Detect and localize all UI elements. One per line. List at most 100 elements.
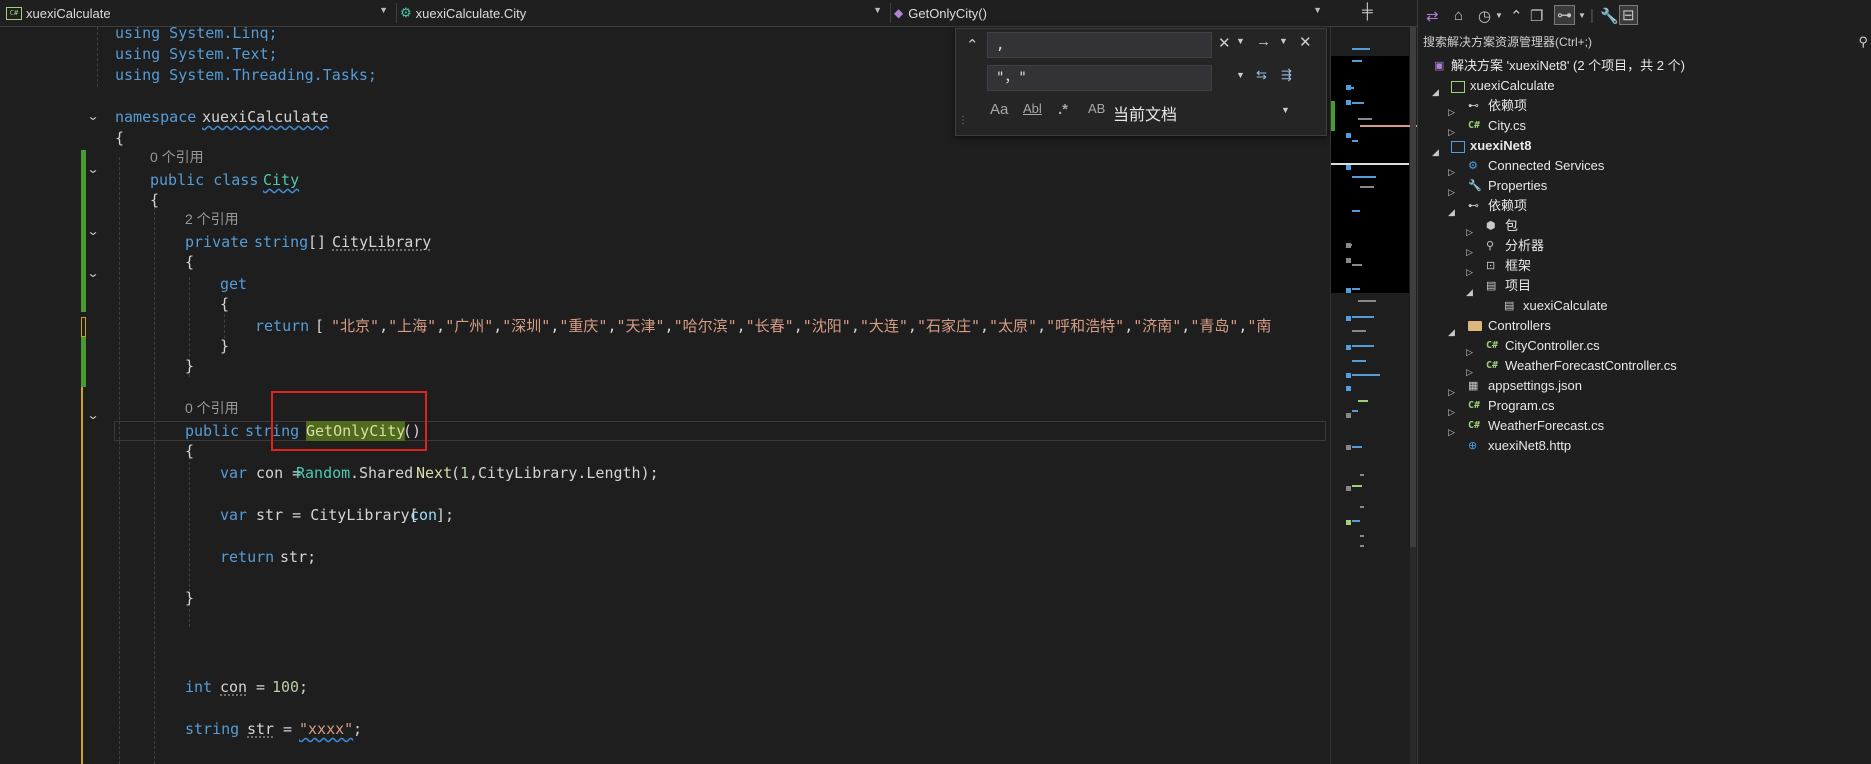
comma: , — [379, 317, 389, 335]
tree-item-file[interactable]: ▷ C# Program.cs — [1418, 396, 1871, 417]
project-ref-item-icon: ▤ — [1504, 300, 1515, 312]
member-dropdown[interactable]: ◆ GetOnlyCity() ▼ — [894, 3, 1328, 23]
tree-item-project-reference[interactable]: ▤ xuexiCalculate — [1418, 296, 1871, 316]
code-editor[interactable]: ⌄ ⌄ ⌄ ⌄ ⌄ using System.Linq; using Syste… — [0, 27, 1332, 764]
reference-codelens[interactable]: 0 个引用 — [150, 147, 204, 167]
search-icon[interactable]: ⚲ — [1858, 32, 1868, 52]
replace-input[interactable]: "，" — [987, 65, 1212, 91]
match-case-option[interactable]: Aa — [990, 101, 1008, 118]
tree-item-properties[interactable]: ▷ 🔧 Properties — [1418, 176, 1871, 197]
folder-icon — [1468, 321, 1482, 331]
dependencies-icon: ⊷ — [1468, 200, 1479, 212]
tree-item-file[interactable]: ▷ C# City.cs — [1418, 116, 1871, 137]
chevron-down-icon[interactable]: ▼ — [1281, 105, 1290, 115]
split-window-icon[interactable]: ╪ — [1362, 3, 1373, 20]
tree-item-file[interactable]: ▷ C# WeatherForecastController.cs — [1418, 356, 1871, 377]
string-keyword: string — [185, 720, 240, 738]
chevron-down-icon[interactable]: ▼ — [1578, 11, 1586, 20]
chevron-down-icon[interactable]: ▼ — [1495, 11, 1503, 20]
tree-item-dependencies[interactable]: ▷ ⊷ 依赖项 — [1418, 96, 1871, 117]
member-dropdown-label: GetOnlyCity() — [908, 5, 987, 21]
preserve-case-option[interactable]: AB — [1088, 101, 1105, 116]
csharp-file-icon: C# — [1486, 340, 1499, 351]
tree-item-projects[interactable]: ◢ ▤ 项目 — [1418, 276, 1871, 297]
tree-item-solution[interactable]: ▣ 解决方案 'xuexiNet8' (2 个项目，共 2 个) — [1418, 56, 1871, 76]
find-next-icon[interactable]: → — [1256, 33, 1271, 50]
clear-icon[interactable]: ✕ — [1218, 34, 1231, 52]
comma: , — [793, 317, 803, 335]
tree-item-packages[interactable]: ▷ ⬢ 包 — [1418, 216, 1871, 237]
minimap-line — [1352, 330, 1366, 332]
history-dropdown-icon[interactable]: ▼ — [1236, 70, 1245, 80]
home-icon[interactable]: ⌂ — [1454, 7, 1463, 24]
paren: ( — [451, 464, 461, 482]
history-icon[interactable]: ◷ — [1478, 7, 1491, 25]
reference-codelens[interactable]: 2 个引用 — [185, 209, 239, 229]
minimap-line — [1352, 345, 1374, 347]
tree-item-label: 项目 — [1505, 278, 1532, 293]
code-line: string str = "xxxx" ; — [0, 719, 1332, 739]
bracket: ]; — [436, 506, 455, 524]
class-name: City — [263, 171, 300, 189]
city-string-literal: "哈尔滨" — [673, 317, 737, 335]
solution-explorer-search[interactable]: 搜索解决方案资源管理器(Ctrl+;) ⚲ — [1418, 32, 1871, 52]
tree-item-label: City.cs — [1488, 118, 1527, 133]
search-placeholder: 搜索解决方案资源管理器(Ctrl+;) — [1423, 35, 1592, 49]
sync-with-active-document-icon[interactable]: ⊶ — [1554, 5, 1575, 25]
toggle-replace-chevron-icon[interactable]: ⌃ — [966, 36, 979, 54]
minimap-viewport[interactable] — [1331, 56, 1409, 293]
project-dropdown[interactable]: C# xuexiCalculate ▼ — [6, 3, 394, 23]
minimap-marker — [1346, 386, 1351, 391]
code-line: { — [0, 190, 1332, 210]
tree-item-label: Connected Services — [1488, 158, 1605, 173]
find-input[interactable]: , — [987, 32, 1212, 58]
fold-chevron-icon[interactable]: ⌄ — [86, 408, 99, 422]
con-declaration: con = — [247, 464, 302, 482]
replace-all-icon[interactable]: ⇶ — [1281, 67, 1292, 83]
scrollbar-thumb[interactable] — [1410, 27, 1416, 547]
divider — [890, 3, 891, 23]
tree-item-dependencies[interactable]: ◢ ⊷ 依赖项 — [1418, 196, 1871, 217]
collapse-all-icon[interactable]: ⌃ — [1510, 7, 1523, 25]
whole-word-option[interactable]: Abl — [1023, 101, 1042, 116]
find-options-dropdown-icon[interactable]: ▼ — [1279, 36, 1288, 46]
tree-item-connected-services[interactable]: ▷ ⚙ Connected Services — [1418, 156, 1871, 177]
vertical-scrollbar[interactable] — [1410, 27, 1416, 764]
minimap-line — [1360, 506, 1364, 508]
tree-item-file[interactable]: ▷ C# WeatherForecast.cs — [1418, 416, 1871, 437]
next-method: Next — [416, 464, 453, 482]
minimap-change-marker — [1331, 101, 1335, 131]
tree-item-frameworks[interactable]: ▷ ⊡ 框架 — [1418, 256, 1871, 277]
class-modifiers: public class — [150, 171, 259, 189]
show-all-files-icon[interactable]: ❐ — [1530, 7, 1543, 25]
code-line: { — [0, 294, 1332, 314]
replace-next-icon[interactable]: ⇆ — [1256, 67, 1267, 83]
reference-codelens[interactable]: 0 个引用 — [185, 398, 239, 418]
tree-item-label: xuexiCalculate — [1470, 78, 1555, 93]
class-dropdown[interactable]: ⚙ xuexiCalculate.City ▼ — [400, 3, 888, 23]
city-string-literal: "大连" — [859, 317, 908, 335]
close-icon[interactable]: ✕ — [1299, 33, 1312, 51]
properties-wrench-icon[interactable]: 🔧 — [1600, 7, 1619, 25]
tree-item-project[interactable]: ◢ xuexiCalculate — [1418, 76, 1871, 97]
minimap-marker — [1346, 413, 1351, 418]
minimap-line — [1358, 300, 1376, 302]
find-replace-widget: ⌃ , ✕ ▼ → ▼ ✕ "，" ▼ ⇆ ⇶ ⋮ Aa Abl .* AB 当… — [955, 28, 1327, 136]
tree-item-file[interactable]: ▷ C# CityController.cs — [1418, 336, 1871, 357]
tree-item-folder[interactable]: ◢ Controllers — [1418, 316, 1871, 337]
regex-option[interactable]: .* — [1058, 101, 1068, 118]
switch-views-icon[interactable]: ⇄ — [1426, 7, 1439, 25]
preview-selected-items-icon[interactable]: ⊟ — [1619, 5, 1638, 25]
history-dropdown-icon[interactable]: ▼ — [1236, 36, 1245, 46]
tree-item-label: appsettings.json — [1488, 378, 1582, 393]
tree-item-file[interactable]: ⊕ xuexiNet8.http — [1418, 436, 1871, 456]
method-icon: ◆ — [894, 6, 904, 20]
tree-item-analyzers[interactable]: ▷ ⚲ 分析器 — [1418, 236, 1871, 257]
tree-item-project[interactable]: ◢ xuexiNet8 — [1418, 136, 1871, 157]
minimap-marker — [1346, 133, 1351, 138]
resize-grip-icon[interactable]: ⋮ — [958, 115, 968, 126]
search-scope-dropdown[interactable]: 当前文档 — [1113, 101, 1177, 125]
minimap-line — [1358, 118, 1372, 120]
tree-item-file[interactable]: ▷ ▦ appsettings.json — [1418, 376, 1871, 397]
city-string-literal: "南 — [1247, 317, 1272, 335]
